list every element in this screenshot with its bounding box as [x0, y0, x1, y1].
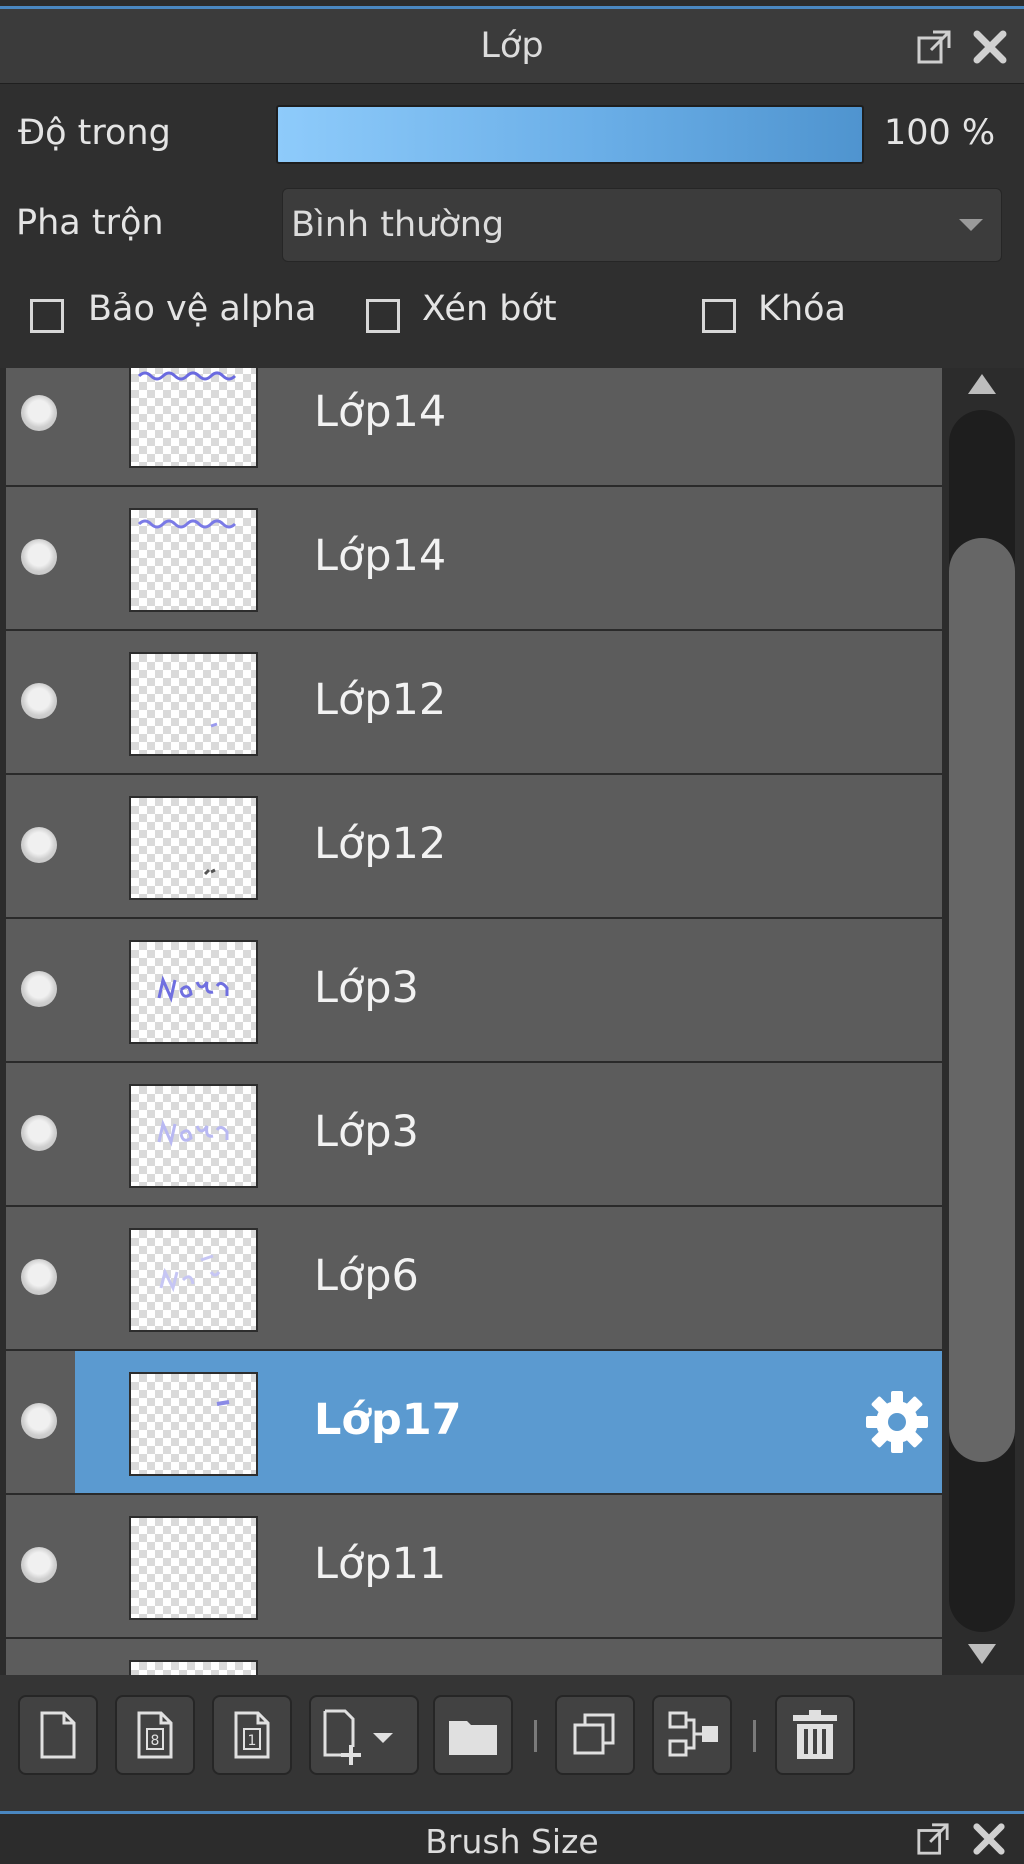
visibility-toggle-icon[interactable] — [21, 1115, 57, 1151]
new-layer-button[interactable] — [18, 1695, 98, 1775]
visibility-toggle-icon[interactable] — [21, 683, 57, 719]
visibility-toggle-icon[interactable] — [21, 827, 57, 863]
layer-row[interactable]: Lớp6 — [6, 1207, 942, 1349]
layer-thumbnail — [129, 508, 258, 612]
chevron-down-icon — [959, 219, 983, 231]
layer-name: Lớp14 — [314, 387, 447, 437]
scroll-up-arrow-icon[interactable] — [968, 374, 996, 394]
toolbar-separator — [534, 1720, 537, 1752]
layer-name: Lớp11 — [314, 1539, 447, 1589]
merge-down-icon — [668, 1711, 718, 1757]
duplicate-layer-button[interactable] — [555, 1695, 635, 1775]
duplicate-layer-icon — [573, 1713, 615, 1755]
blend-mode-value: Bình thường — [291, 205, 505, 245]
visibility-toggle-icon[interactable] — [21, 539, 57, 575]
layer-thumbnail — [129, 368, 258, 468]
merge-down-button[interactable] — [652, 1695, 732, 1775]
layer-row[interactable]: Lớp12 — [6, 631, 942, 773]
visibility-toggle-icon[interactable] — [21, 1259, 57, 1295]
layer-name: Lớp3 — [314, 1107, 419, 1157]
layer-row[interactable]: Lớp14 — [6, 368, 942, 485]
layer-thumbnail — [129, 1660, 258, 1675]
toolbar-separator — [753, 1720, 756, 1752]
protect-alpha-label: Bảo vệ alpha — [88, 289, 317, 329]
layer-thumbnail — [129, 1228, 258, 1332]
svg-text:8: 8 — [151, 1733, 160, 1749]
delete-layer-button[interactable] — [775, 1695, 855, 1775]
layer-name: Lớp14 — [314, 531, 447, 581]
opacity-slider[interactable] — [276, 105, 864, 164]
layer-thumbnail — [129, 1372, 258, 1476]
visibility-toggle-icon[interactable] — [21, 1547, 57, 1583]
layer-thumbnail — [129, 1516, 258, 1620]
layer-row[interactable]: Lớp11 — [6, 1495, 942, 1637]
visibility-toggle-icon[interactable] — [21, 395, 57, 431]
brush-size-panel-header: Brush Size — [0, 1811, 1024, 1864]
opacity-value: 100 % — [884, 113, 996, 153]
layer-row[interactable]: Lớp12 — [6, 775, 942, 917]
layer-name: Lớp12 — [314, 675, 447, 725]
blend-mode-select[interactable]: Bình thường — [282, 188, 1002, 262]
new-1bit-layer-icon: 1 — [234, 1711, 270, 1759]
scroll-down-arrow-icon[interactable] — [968, 1644, 996, 1664]
svg-text:1: 1 — [248, 1733, 257, 1749]
layer-thumbnail — [129, 940, 258, 1044]
visibility-toggle-icon[interactable] — [21, 971, 57, 1007]
layer-name: Lớp17 — [314, 1395, 462, 1445]
close-icon[interactable] — [972, 1822, 1006, 1856]
clipping-checkbox[interactable] — [366, 299, 400, 333]
panel-titlebar: Lớp — [0, 9, 1024, 84]
layer-name: Lớp6 — [314, 1251, 419, 1301]
layer-row[interactable]: Lớp3 — [6, 1063, 942, 1205]
layer-row-partial[interactable] — [6, 1639, 942, 1675]
scrollbar-thumb[interactable] — [949, 538, 1015, 1462]
layer-settings-gear-icon[interactable] — [862, 1387, 932, 1457]
close-icon[interactable] — [972, 29, 1008, 65]
layer-row[interactable]: Lớp14 — [6, 487, 942, 629]
lock-checkbox[interactable] — [702, 299, 736, 333]
layer-thumbnail — [129, 1084, 258, 1188]
new-folder-button[interactable] — [433, 1695, 513, 1775]
brush-size-panel-title: Brush Size — [425, 1822, 599, 1861]
layer-thumbnail — [129, 652, 258, 756]
layer-row[interactable]: Lớp3 — [6, 919, 942, 1061]
new-1bit-layer-button[interactable]: 1 — [212, 1695, 292, 1775]
add-layer-dropdown-icon — [323, 1709, 393, 1765]
layer-toolbar: 8 1 — [0, 1675, 1024, 1811]
opacity-label: Độ trong — [18, 113, 171, 153]
layer-list: Lớp14 Lớp14 Lớp12 Lớp12 Lớp3 Lớp3 Lớp6 L… — [6, 368, 942, 1675]
layer-controls: Độ trong 100 % Pha trộn Bình thường Bảo … — [0, 84, 1024, 368]
visibility-toggle-icon[interactable] — [21, 1403, 57, 1439]
layer-thumbnail — [129, 796, 258, 900]
layer-name: Lớp3 — [314, 963, 419, 1013]
popout-icon[interactable] — [916, 1822, 950, 1856]
popout-icon[interactable] — [916, 29, 952, 65]
layer-name: Lớp12 — [314, 819, 447, 869]
protect-alpha-checkbox[interactable] — [30, 299, 64, 333]
delete-layer-icon — [793, 1710, 837, 1759]
clipping-label: Xén bớt — [422, 289, 557, 329]
layer-list-scrollbar[interactable] — [942, 368, 1024, 1675]
new-layer-icon — [40, 1711, 76, 1759]
layer-row-selected[interactable]: Lớp17 — [6, 1351, 942, 1493]
panel-title: Lớp — [480, 26, 544, 66]
blend-mode-label: Pha trộn — [16, 203, 164, 243]
new-folder-icon — [449, 1721, 497, 1755]
new-8bit-layer-button[interactable]: 8 — [115, 1695, 195, 1775]
new-8bit-layer-icon: 8 — [137, 1711, 173, 1759]
lock-label: Khóa — [758, 289, 846, 329]
add-layer-dropdown-button[interactable] — [309, 1695, 419, 1775]
